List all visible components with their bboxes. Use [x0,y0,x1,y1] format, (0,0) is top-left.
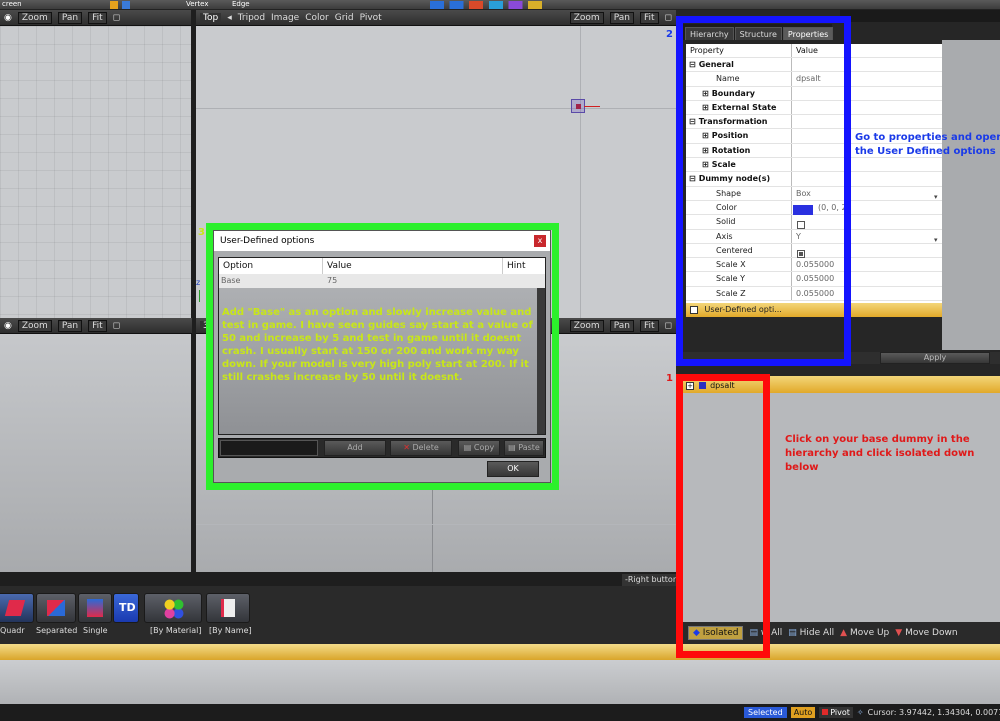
viewport-bottom-left-toolbar: ◉ Zoom Pan Fit ◻ [0,318,192,334]
td-button[interactable]: TD [113,593,139,623]
label-separated: Separated [36,626,78,635]
hide-all-icon: ▤ [788,628,797,638]
toolbar-icons-right [430,1,570,9]
maximize-icon[interactable]: ◻ [113,13,120,23]
zoom-button[interactable]: Zoom [17,11,52,24]
by-name-icon [221,599,235,617]
cursor-icon: ✧ [856,708,864,717]
label-by-material: [By Material] [150,626,202,635]
zoom-button[interactable]: Zoom [569,11,604,24]
hide-all-button[interactable]: ▤ Hide All [788,628,834,638]
menu-tripod[interactable]: Tripod [238,13,265,23]
label-single: Single [83,626,108,635]
auto-badge[interactable]: Auto [790,707,816,718]
single-view-button[interactable] [78,593,112,623]
axis-dropdown-icon[interactable]: ▾ [934,236,938,244]
lower-empty-area [0,660,1000,704]
zoom-button[interactable]: Zoom [17,319,52,332]
viewport-bottom-strip [0,572,676,586]
chevron-left-icon[interactable]: ◂ [227,13,232,23]
separated-view-button[interactable] [36,593,76,623]
grid-line-vertical [580,26,581,318]
label-by-name: [By Name] [209,626,252,635]
right-panel-topbar [840,10,1000,22]
timeline-bar [0,644,1000,660]
move-down-button[interactable]: ▼ Move Down [895,628,957,638]
move-down-icon: ▼ [895,628,903,638]
annotation-green-text: Add "Base" as an option and slowly incre… [222,307,533,383]
annotation-blue-text: Go to properties and open the User Defin… [855,132,1000,157]
quadr-view-button[interactable] [0,593,34,623]
fit-button[interactable]: Fit [639,11,659,24]
zoom-icon[interactable]: ◉ [4,321,12,331]
orange-tool-icon[interactable] [110,1,118,9]
status-bar: Selected Auto Pivot ✧ Cursor: 3.97442, 1… [0,704,1000,721]
pan-button[interactable]: Pan [57,11,83,24]
dummy-node-gizmo[interactable] [571,99,585,113]
menu-image[interactable]: Image [271,13,299,23]
view-label[interactable]: Top [200,12,222,23]
viewport-left-toolbar: ◉ Zoom Pan Fit ◻ [0,10,192,26]
quad-view-icon [4,600,26,616]
single-view-icon [87,599,103,617]
by-material-button[interactable] [144,593,202,623]
pivot-icon [822,709,829,715]
top-toolbar: creen Vertex Edge [0,0,1000,10]
annotation-number-1: 1 [666,373,673,384]
td-icon: TD [119,601,136,614]
maximize-icon[interactable]: ◻ [113,321,120,331]
menu-grid[interactable]: Grid [335,13,354,23]
by-name-button[interactable] [206,593,250,623]
pan-button[interactable]: Pan [609,319,634,332]
annotation-number-3: 3 [198,227,205,238]
grid-line-horizontal [196,108,676,109]
perspective-line-2 [196,524,676,525]
annotation-red-text: Click on your base dummy in the hierarch… [785,434,975,473]
zoom-icon[interactable]: ◉ [4,13,12,23]
move-up-icon: ▲ [840,628,848,638]
fit-button[interactable]: Fit [88,319,107,332]
zoom-button[interactable]: Zoom [569,319,604,332]
label-quadr: Quadr [0,626,25,635]
red-highlight-box [676,374,770,658]
axis-z-label: z [196,278,201,287]
separated-icon [47,600,65,616]
pan-button[interactable]: Pan [609,11,634,24]
viewport-top-toolbar: Top ◂ Tripod Image Color Grid Pivot Zoom… [196,10,676,26]
pan-button[interactable]: Pan [57,319,83,332]
tool-icon[interactable] [122,1,130,9]
material-icon [163,598,185,620]
viewport-bottom-left[interactable] [0,334,191,572]
maximize-icon[interactable]: ◻ [665,321,672,331]
viewport-left[interactable] [0,26,191,318]
right-button-label[interactable]: -Right button [622,574,676,586]
fit-button[interactable]: Fit [639,319,659,332]
properties-grey-area [942,40,1000,350]
maximize-icon[interactable]: ◻ [665,13,672,23]
menu-pivot[interactable]: Pivot [360,13,382,23]
pivot-badge[interactable]: Pivot [819,707,853,718]
shape-dropdown-icon[interactable]: ▾ [934,193,938,201]
file-label: creen [2,0,22,8]
cursor-readout: Cursor: 3.97442, 1.34304, 0.00714 [867,708,1000,717]
apply-button[interactable]: Apply [880,352,990,364]
fit-button[interactable]: Fit [88,11,107,24]
selected-badge[interactable]: Selected [744,707,787,718]
axis-tripod [199,290,200,302]
annotation-number-2: 2 [666,29,673,40]
move-up-button[interactable]: ▲ Move Up [840,628,889,638]
menu-color[interactable]: Color [305,13,329,23]
edge-button[interactable]: Edge [232,0,250,8]
vertex-button[interactable]: Vertex [186,0,209,8]
blue-highlight-box [676,16,851,366]
gizmo-axis-x [584,106,600,107]
